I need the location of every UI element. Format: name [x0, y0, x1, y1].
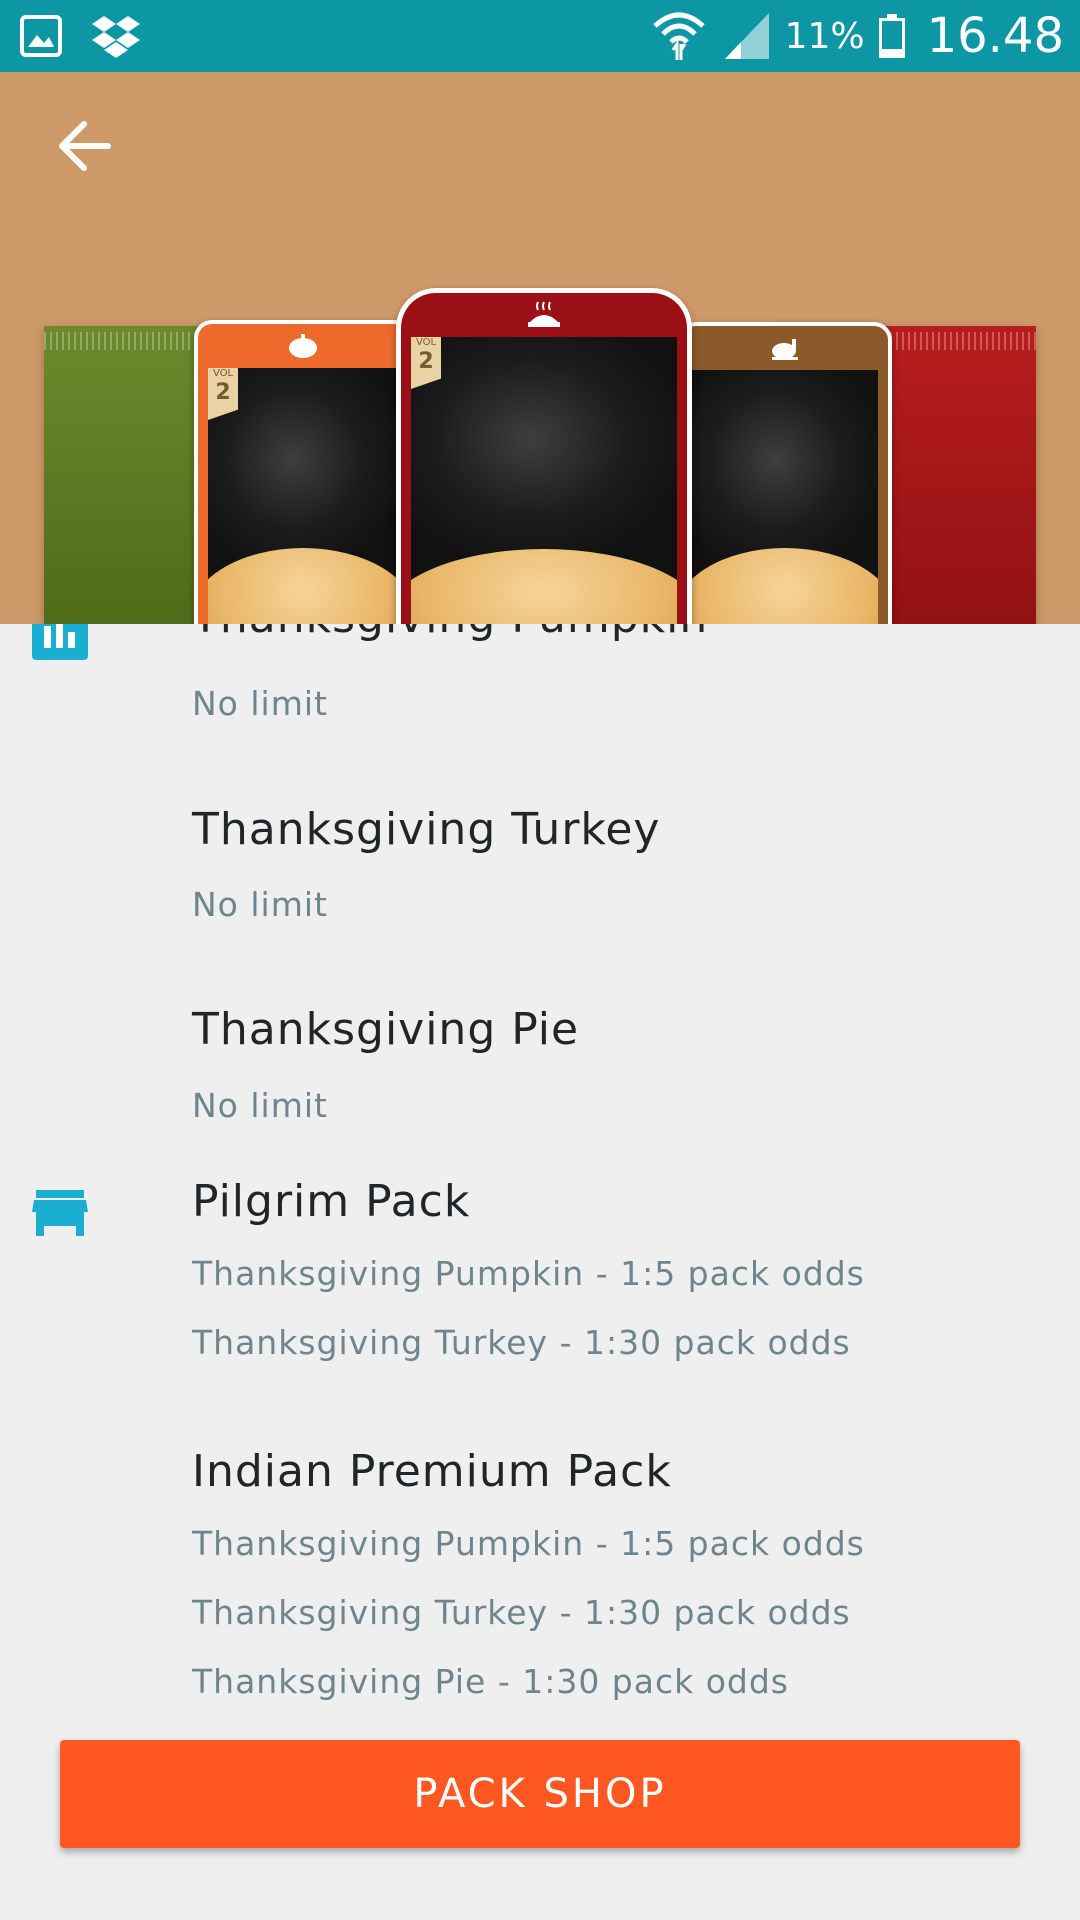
clock: 16.48 — [926, 8, 1064, 64]
pack-odds: Thanksgiving Pumpkin - 1:5 pack odds — [192, 1524, 865, 1563]
card-photo: VOL 2 — [411, 337, 677, 624]
status-bar-right: 11% 16.48 — [651, 0, 1064, 72]
status-bar-left — [20, 12, 140, 60]
pack-odds: Thanksgiving Pumpkin - 1:5 pack odds — [192, 1254, 865, 1293]
header-banner: VOL 2 VOL 2 — [0, 72, 1080, 624]
status-bar: 11% 16.48 — [0, 0, 1080, 72]
card-photo: VOL 2 — [208, 368, 398, 624]
card-photo — [692, 370, 878, 624]
battery-percent: 11% — [784, 15, 865, 57]
pie-icon — [524, 301, 564, 329]
list-item-title: Thanksgiving Pie — [192, 1004, 580, 1055]
store-icon — [32, 1190, 88, 1236]
pack-odds: Thanksgiving Pie - 1:30 pack odds — [192, 1662, 789, 1701]
list-item-title: Thanksgiving Turkey — [192, 804, 661, 855]
chart-icon — [32, 624, 88, 660]
vol-badge: VOL 2 — [411, 337, 441, 389]
pack-odds: Thanksgiving Turkey - 1:30 pack odds — [192, 1593, 851, 1632]
pack-title: Indian Premium Pack — [192, 1446, 672, 1497]
card-list: Thanksgiving Pumpkin No limit Thanksgivi… — [0, 624, 1080, 1920]
dropbox-icon — [92, 16, 140, 58]
pack-shop-button[interactable]: PACK SHOP — [60, 1740, 1020, 1848]
battery-icon — [878, 14, 905, 58]
list-item-limit: No limit — [192, 1086, 328, 1125]
turkey-icon — [765, 334, 805, 362]
pie-card: VOL 2 — [396, 288, 692, 624]
list-item-limit: No limit — [192, 684, 328, 723]
vol-badge: VOL 2 — [208, 368, 238, 420]
gallery-icon — [20, 15, 62, 57]
back-arrow-icon[interactable] — [50, 112, 118, 180]
pumpkin-icon — [283, 332, 323, 360]
pack-odds: Thanksgiving Turkey - 1:30 pack odds — [192, 1323, 851, 1362]
list-item-title: Thanksgiving Pumpkin — [192, 624, 708, 643]
pack-title: Pilgrim Pack — [192, 1176, 471, 1227]
list-item-limit: No limit — [192, 885, 328, 924]
pumpkin-card: VOL 2 — [194, 320, 412, 624]
wifi-icon — [652, 12, 705, 60]
signal-icon — [724, 13, 769, 59]
turkey-card — [678, 322, 892, 624]
